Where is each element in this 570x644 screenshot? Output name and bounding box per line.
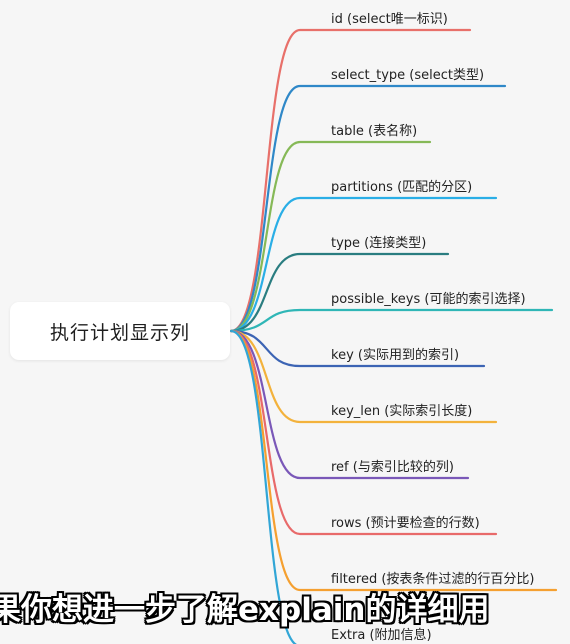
branch-label-table[interactable]: table (表名称) <box>331 120 417 139</box>
video-subtitle: 果你想进一步了解explain的详细用 <box>0 582 570 630</box>
root-node-label: 执行计划显示列 <box>49 321 190 344</box>
branch-label-partitions[interactable]: partitions (匹配的分区) <box>331 176 472 195</box>
branch-label-type[interactable]: type (连接类型) <box>331 232 426 251</box>
branch-label-id[interactable]: id (select唯一标识) <box>331 8 448 27</box>
branch-label-possible-keys[interactable]: possible_keys (可能的索引选择) <box>331 288 526 307</box>
subtitle-text: 果你想进一步了解explain的详细用 <box>0 592 490 628</box>
root-node[interactable]: 执行计划显示列 <box>10 302 230 360</box>
mindmap-canvas: 执行计划显示列 id (select唯一标识) select_type (sel… <box>0 0 570 644</box>
branch-label-key[interactable]: key (实际用到的索引) <box>331 344 459 363</box>
branch-label-key-len[interactable]: key_len (实际索引长度) <box>331 400 472 419</box>
branch-edge-possible-keys <box>229 308 554 333</box>
branch-label-ref[interactable]: ref (与索引比较的列) <box>331 456 454 475</box>
branch-label-rows[interactable]: rows (预计要检查的行数) <box>331 512 480 531</box>
branch-label-select-type[interactable]: select_type (select类型) <box>331 64 484 83</box>
